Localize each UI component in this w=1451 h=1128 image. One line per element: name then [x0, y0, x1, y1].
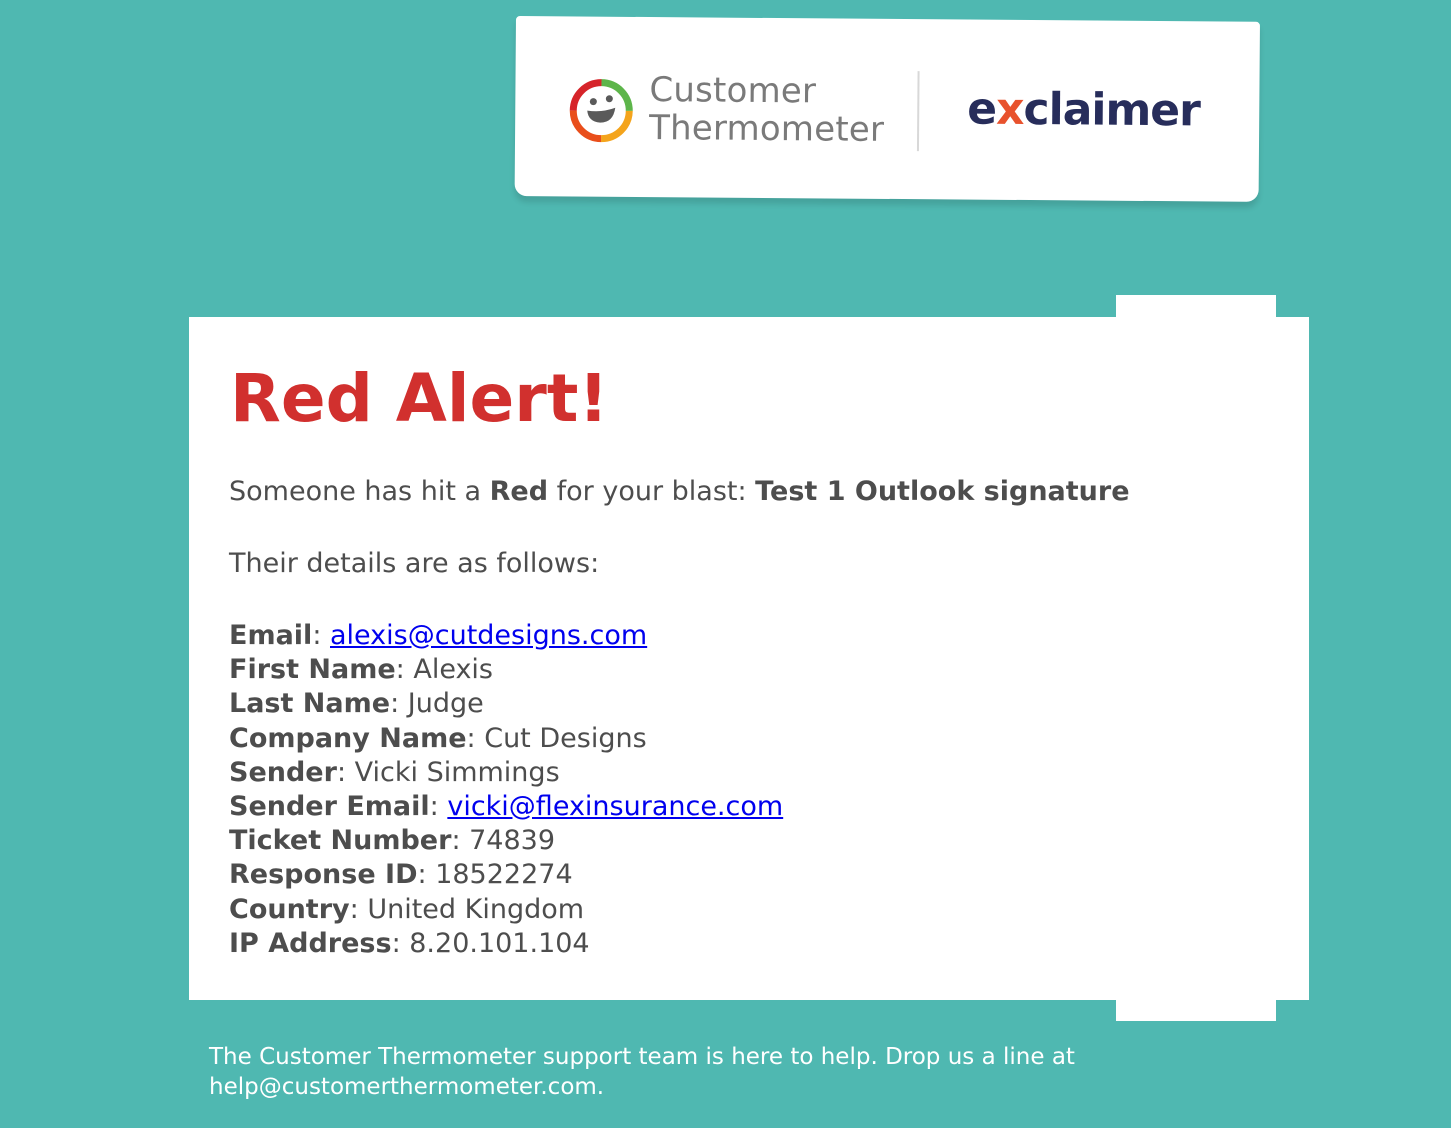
detail-label: Response ID [229, 859, 418, 891]
detail-label: Sender [229, 756, 337, 788]
brand-line-1: Customer [649, 70, 817, 112]
details-list: Email: alexis@cutdesigns.com First Name:… [229, 619, 783, 961]
detail-separator: : [429, 790, 448, 822]
detail-label: Last Name [229, 688, 391, 720]
detail-ticket-number: Ticket Number: 74839 [229, 824, 783, 858]
detail-email: Email: alexis@cutdesigns.com [229, 619, 783, 653]
detail-separator: : [312, 620, 330, 651]
alert-title: Red Alert! [230, 360, 609, 437]
exclaimer-wordmark: exclaimer [967, 84, 1200, 137]
exclaimer-suffix: claimer [1023, 83, 1201, 137]
sender-email-link[interactable]: vicki@flexinsurance.com [447, 791, 783, 822]
detail-separator: : [349, 893, 368, 925]
brand-logo-card: Customer Thermometer exclaimer [514, 16, 1260, 202]
detail-country: Country: United Kingdom [229, 893, 783, 927]
detail-separator: : [390, 688, 408, 720]
card-tab-top [1116, 295, 1276, 319]
detail-value: Vicki Simmings [354, 756, 560, 788]
customer-thermometer-wordmark: Customer Thermometer [648, 70, 885, 150]
alert-intro: Someone has hit a Red for your blast: Te… [229, 475, 1130, 509]
detail-first-name: First Name: Alexis [229, 653, 783, 687]
card-tab-bottom [1116, 998, 1276, 1021]
detail-company-name: Company Name: Cut Designs [229, 722, 783, 756]
detail-response-id: Response ID: 18522274 [229, 858, 783, 892]
detail-label: Email [229, 620, 313, 651]
customer-thermometer-logo-icon [569, 79, 633, 143]
detail-last-name: Last Name: Judge [229, 687, 783, 721]
detail-value: 74839 [469, 825, 556, 857]
exclaimer-accent: x [995, 83, 1024, 135]
email-link[interactable]: alexis@cutdesigns.com [330, 620, 647, 651]
detail-value: United Kingdom [367, 893, 585, 925]
detail-value: 8.20.101.104 [409, 927, 590, 959]
intro-blast-name: Test 1 Outlook signature [755, 476, 1130, 507]
intro-middle: for your blast: [548, 476, 756, 507]
detail-sender-email: Sender Email: vicki@flexinsurance.com [229, 790, 783, 824]
detail-separator: : [336, 756, 355, 788]
details-intro: Their details are as follows: [229, 548, 600, 579]
detail-label: IP Address [229, 927, 392, 959]
intro-prefix: Someone has hit a [229, 476, 490, 507]
detail-separator: : [451, 825, 470, 857]
detail-value: Judge [407, 688, 484, 720]
detail-sender: Sender: Vicki Simmings [229, 756, 783, 790]
detail-separator: : [395, 654, 414, 686]
detail-separator: : [417, 859, 436, 891]
detail-value: Cut Designs [484, 722, 647, 754]
detail-separator: : [466, 722, 485, 754]
brand-line-2: Thermometer [648, 108, 885, 150]
footer-line-1: The Customer Thermometer support team is… [209, 1044, 1075, 1070]
detail-value: 18522274 [435, 859, 573, 891]
detail-label: First Name [229, 654, 396, 686]
detail-label: Country [229, 893, 350, 925]
intro-rating: Red [489, 476, 549, 507]
detail-label: Company Name [229, 722, 467, 754]
support-footer: The Customer Thermometer support team is… [209, 1042, 1109, 1102]
exclaimer-prefix: e [967, 83, 997, 135]
logo-divider [916, 71, 920, 152]
detail-label: Ticket Number [229, 825, 452, 857]
detail-separator: : [391, 927, 410, 959]
footer-line-2: help@customerthermometer.com. [209, 1074, 605, 1100]
alert-card: Red Alert! Someone has hit a Red for you… [189, 317, 1309, 1000]
detail-label: Sender Email [229, 790, 430, 822]
detail-ip-address: IP Address: 8.20.101.104 [229, 927, 783, 961]
detail-value: Alexis [413, 654, 493, 686]
